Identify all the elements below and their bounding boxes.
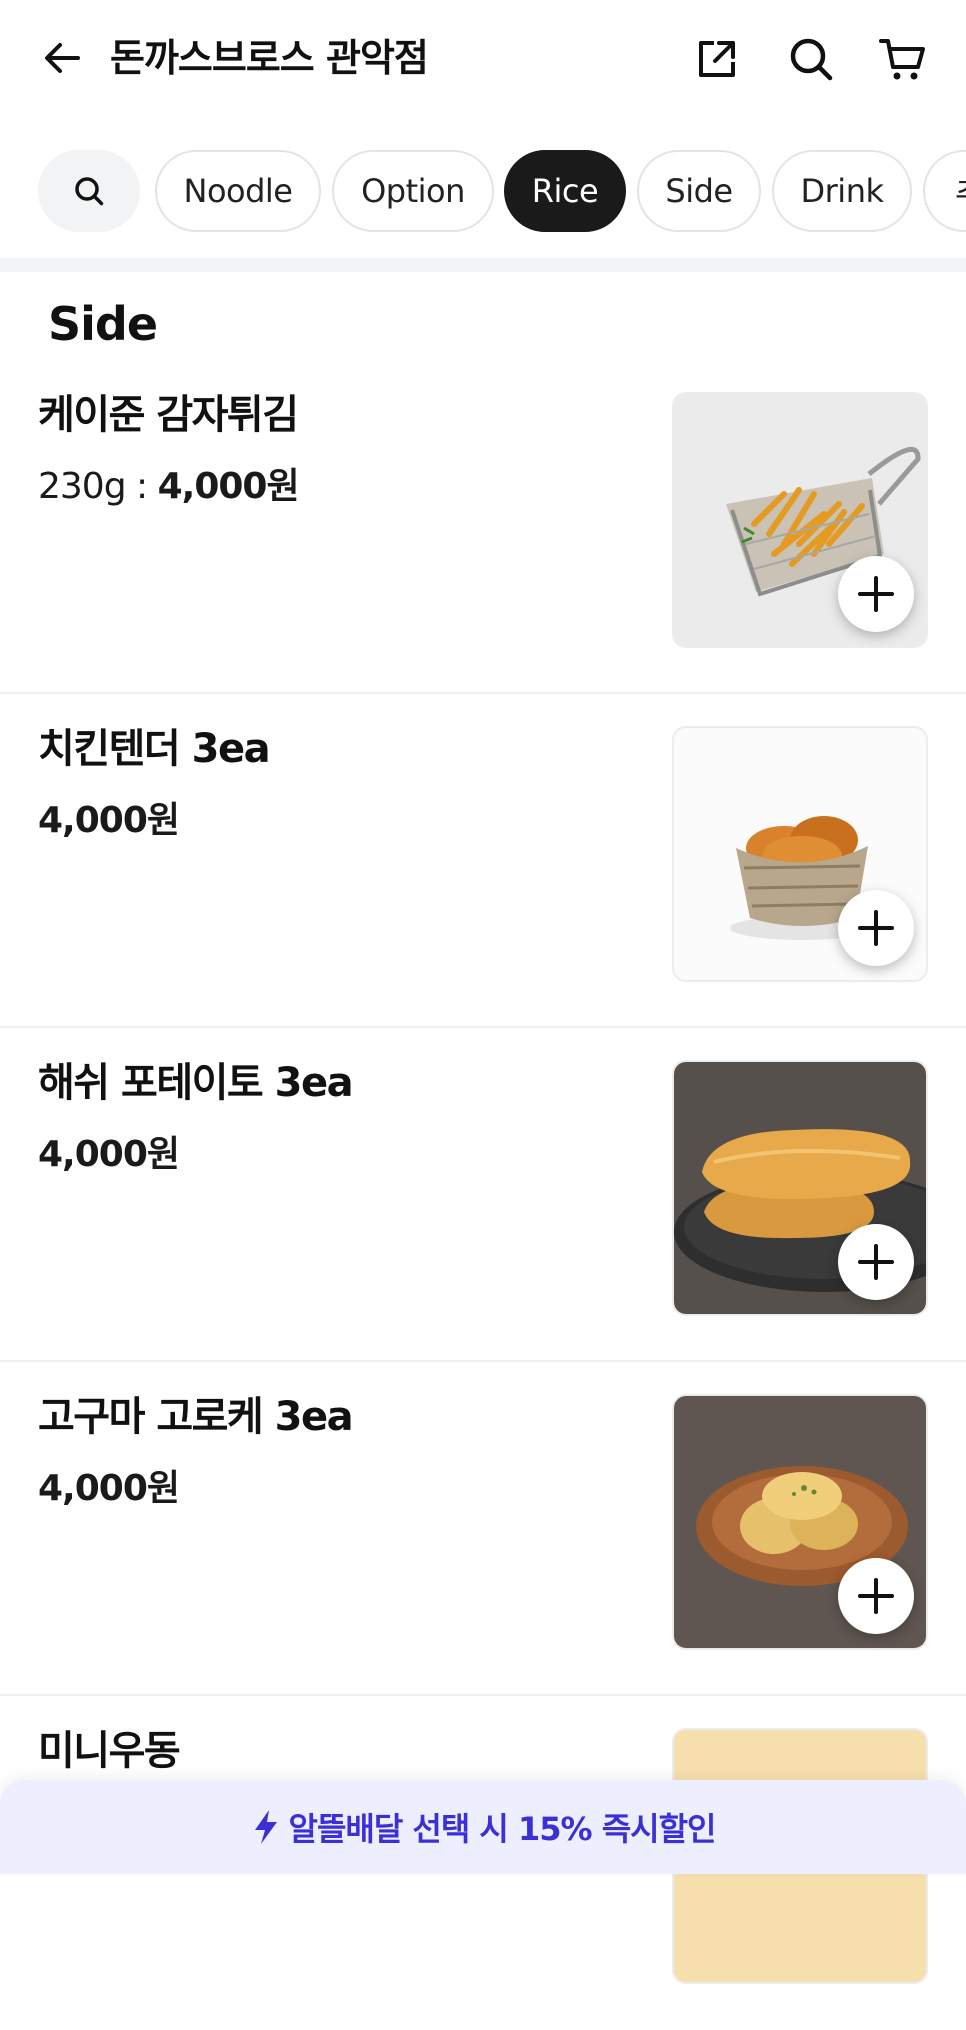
section-divider bbox=[0, 258, 966, 272]
item-name: 치킨텐더 3ea bbox=[38, 726, 271, 772]
item-weight: 230g : bbox=[38, 466, 158, 507]
plus-icon bbox=[858, 576, 894, 612]
item-name: 케이준 감자튀김 bbox=[38, 392, 299, 438]
store-title: 돈까스브로스 관악점 bbox=[110, 36, 429, 80]
menu-item[interactable]: 고구마 고로케 3ea 4,000원 bbox=[0, 1362, 966, 1696]
item-price: 4,000원 bbox=[38, 1130, 180, 1180]
plus-icon bbox=[858, 1244, 894, 1280]
tab-rice[interactable]: Rice bbox=[504, 150, 626, 232]
lightning-icon bbox=[254, 1810, 277, 1844]
tab-more[interactable]: 추 bbox=[923, 150, 966, 232]
item-price-value: 4,000원 bbox=[38, 800, 180, 841]
plus-icon bbox=[858, 1578, 894, 1614]
add-to-cart-button[interactable] bbox=[838, 1558, 914, 1634]
arrow-left-icon bbox=[45, 43, 80, 73]
item-price-value: 4,000원 bbox=[157, 466, 300, 507]
search-icon bbox=[790, 38, 833, 81]
item-price: 230g : 4,000원 bbox=[38, 462, 300, 512]
add-to-cart-button[interactable] bbox=[838, 556, 914, 632]
search-button[interactable] bbox=[784, 32, 838, 86]
tab-search-button[interactable] bbox=[38, 150, 140, 232]
share-icon bbox=[699, 41, 735, 77]
item-name: 해쉬 포테이토 3ea bbox=[38, 1060, 354, 1106]
item-price: 4,000원 bbox=[38, 796, 180, 846]
item-price-value: 4,000원 bbox=[38, 1468, 180, 1509]
tab-side[interactable]: Side bbox=[637, 150, 761, 232]
menu-item[interactable]: 해쉬 포테이토 3ea 4,000원 bbox=[0, 1028, 966, 1362]
item-price-value: 4,000원 bbox=[38, 1134, 180, 1175]
app-header: 돈까스브로스 관악점 bbox=[0, 0, 966, 120]
item-name: 미니우동 bbox=[38, 1728, 181, 1774]
section-title: Side bbox=[48, 297, 158, 351]
promo-banner[interactable]: 알뜰배달 선택 시 15% 즉시할인 bbox=[0, 1780, 966, 1874]
item-name: 고구마 고로케 3ea bbox=[38, 1394, 354, 1440]
add-to-cart-button[interactable] bbox=[838, 1224, 914, 1300]
menu-item[interactable]: 케이준 감자튀김 230g : 4,000원 bbox=[0, 360, 966, 694]
menu-item[interactable]: 치킨텐더 3ea 4,000원 bbox=[0, 694, 966, 1028]
tab-noodle[interactable]: Noodle bbox=[155, 150, 321, 232]
cart-button[interactable] bbox=[876, 32, 930, 86]
add-to-cart-button[interactable] bbox=[838, 890, 914, 966]
promo-text: 알뜰배달 선택 시 15% 즉시할인 bbox=[288, 1810, 717, 1848]
tab-drink[interactable]: Drink bbox=[772, 150, 912, 232]
cart-icon bbox=[879, 39, 925, 80]
search-icon bbox=[75, 177, 104, 206]
share-button[interactable] bbox=[690, 32, 744, 86]
tab-option[interactable]: Option bbox=[332, 150, 494, 232]
item-price: 4,000원 bbox=[38, 1464, 180, 1514]
plus-icon bbox=[858, 910, 894, 946]
category-tabs: Noodle Option Rice Side Drink 추 bbox=[0, 148, 966, 236]
back-button[interactable] bbox=[34, 30, 90, 86]
